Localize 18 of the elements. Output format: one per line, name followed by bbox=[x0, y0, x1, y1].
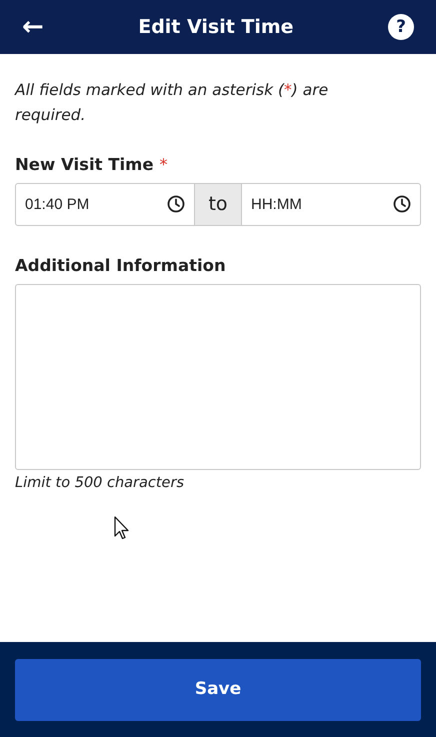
start-time-input[interactable]: 01:40 PM bbox=[16, 184, 167, 225]
cursor-icon bbox=[114, 516, 130, 540]
additional-information-field[interactable] bbox=[15, 284, 421, 470]
end-time-field[interactable]: HH:MM bbox=[241, 182, 421, 226]
screen-title: Edit Visit Time bbox=[138, 14, 294, 40]
field-label: Additional Information bbox=[15, 254, 227, 277]
field-label: New Visit Time bbox=[15, 154, 154, 176]
help-button[interactable]: ? bbox=[388, 14, 414, 40]
start-time-field[interactable]: 01:40 PM bbox=[15, 182, 195, 226]
save-button[interactable]: Save bbox=[15, 659, 421, 721]
end-time-input[interactable]: HH:MM bbox=[242, 184, 393, 225]
character-limit-hint: Limit to 500 characters bbox=[15, 474, 185, 492]
clock-icon bbox=[393, 195, 411, 214]
required-mark: * bbox=[160, 154, 168, 176]
required-fields-note: All fields marked with an asterisk (*) are required. bbox=[15, 80, 330, 126]
back-button[interactable]: ← bbox=[22, 14, 44, 40]
clock-icon bbox=[167, 195, 185, 214]
range-separator: to bbox=[195, 182, 241, 226]
